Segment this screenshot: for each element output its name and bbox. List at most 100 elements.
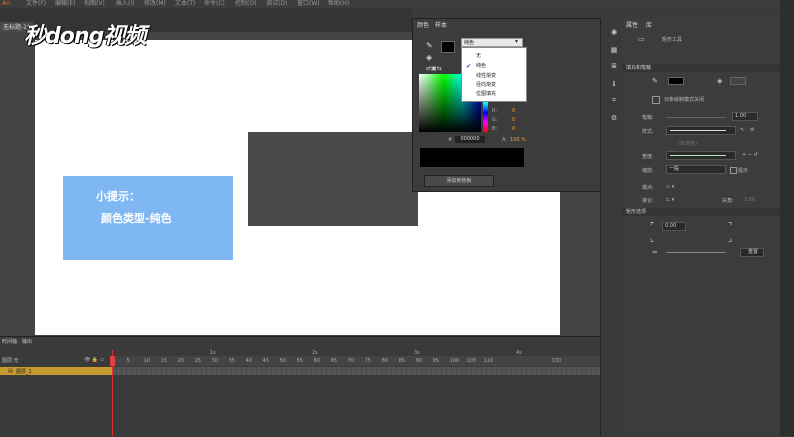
- stroke-swatch[interactable]: [668, 77, 684, 85]
- frame-ruler[interactable]: [112, 356, 600, 366]
- blue-value[interactable]: 0: [512, 126, 515, 132]
- menu-modify[interactable]: 修改(M): [144, 0, 166, 8]
- dd-option-none[interactable]: 无: [476, 52, 481, 59]
- chevron-down-icon[interactable]: ▾: [515, 38, 518, 45]
- menu-view[interactable]: 视图(V): [84, 0, 105, 8]
- dd-option-bitmap[interactable]: 位图填充: [476, 90, 496, 97]
- stroke-slider[interactable]: [666, 117, 726, 118]
- stroke-color-icon[interactable]: ✎: [426, 41, 438, 51]
- color-type-select[interactable]: 纯色: [461, 38, 523, 47]
- cap-select[interactable]: ⊂ ▾: [666, 184, 674, 190]
- menu-commands[interactable]: 命令(C): [204, 0, 225, 8]
- frame-row[interactable]: [112, 367, 600, 375]
- timeline-panel: [0, 336, 600, 437]
- second-label: 3s: [414, 350, 420, 356]
- second-label: 2s: [312, 350, 318, 356]
- color-wheel-icon[interactable]: ◉: [610, 28, 618, 36]
- menu-control[interactable]: 控制(O): [235, 0, 256, 8]
- join-label: 接合:: [642, 198, 654, 204]
- tick-label: 65: [330, 358, 337, 364]
- color-preview: [420, 148, 524, 167]
- tick-label: 25: [194, 358, 201, 364]
- playhead-handle[interactable]: [110, 356, 115, 366]
- alpha-value[interactable]: 100 %: [510, 137, 526, 143]
- app-logo: An: [2, 0, 10, 7]
- width-preview-line: [670, 155, 726, 156]
- section-rect-options[interactable]: 矩形选项: [622, 208, 780, 216]
- r-value[interactable]: 0: [512, 108, 515, 114]
- tab-swatches[interactable]: 样本: [435, 20, 447, 29]
- fill-color-icon[interactable]: ◈: [426, 53, 436, 63]
- tick-label: 20: [177, 358, 184, 364]
- style-options-icon[interactable]: ⚙: [750, 127, 754, 133]
- dd-option-radial[interactable]: 径向渐变: [476, 81, 496, 88]
- swatches-icon[interactable]: ▦: [610, 46, 618, 54]
- r-label: R:: [492, 108, 498, 114]
- alpha-label: A:: [502, 137, 508, 143]
- tick-label: 10: [143, 358, 150, 364]
- menu-insert[interactable]: 插入(I): [116, 0, 134, 8]
- style-preview-line: [670, 130, 726, 131]
- reset-button[interactable]: 重置: [740, 248, 764, 257]
- object-draw-label: 对象绘制模式关闭: [664, 97, 705, 103]
- style-label: 样式:: [642, 129, 654, 135]
- info-icon[interactable]: ℹ: [610, 80, 618, 88]
- miter-label: 尖角:: [722, 198, 734, 204]
- section-fill-stroke[interactable]: 填充和笔触: [622, 64, 780, 72]
- tab-properties[interactable]: 属性: [626, 20, 638, 29]
- transform-icon[interactable]: ⌗: [610, 96, 618, 104]
- edit-style-icon[interactable]: ✎: [740, 127, 744, 133]
- width-label: 宽度:: [642, 154, 654, 160]
- menu-debug[interactable]: 调试(D): [266, 0, 287, 8]
- dd-option-solid[interactable]: 纯色: [476, 62, 486, 69]
- timeline-tabs: 时间轴 输出: [0, 338, 600, 346]
- tools-panel: [780, 0, 794, 436]
- link-icon[interactable]: ∞: [652, 248, 658, 256]
- tick-label: 130: [551, 358, 562, 364]
- tick-label: 55: [296, 358, 303, 364]
- stroke-input[interactable]: 1.00: [732, 112, 758, 121]
- g-value[interactable]: 0: [512, 117, 515, 123]
- cap-label: 端点:: [642, 185, 654, 191]
- tab-output[interactable]: 输出: [22, 338, 32, 345]
- eye-icon[interactable]: 👁 🔒 ▭: [84, 357, 104, 363]
- scale-label: 缩放:: [642, 168, 654, 174]
- hex-input[interactable]: 000000: [455, 136, 485, 143]
- menu-help[interactable]: 帮助(H): [328, 0, 349, 8]
- add-to-swatches-button[interactable]: 添加到色板: [424, 175, 494, 187]
- miter-value[interactable]: 3.00: [744, 197, 755, 203]
- tick-label: 60: [313, 358, 320, 364]
- tab-timeline[interactable]: 时间轴: [2, 338, 17, 345]
- menu-file[interactable]: 文件(F): [26, 0, 46, 8]
- add-width-icon[interactable]: + − ↺: [742, 152, 758, 158]
- menu-window[interactable]: 窗口(W): [297, 0, 320, 8]
- corner-slider[interactable]: [666, 252, 726, 253]
- corner-radius-input[interactable]: 0.00: [662, 222, 686, 231]
- tip-box: 小提示： 颜色类型-纯色: [63, 176, 233, 260]
- stroke-color-swatch[interactable]: [441, 41, 455, 53]
- tick-label: 75: [364, 358, 371, 364]
- tick-label: 110: [483, 358, 494, 364]
- hint-checkbox[interactable]: [730, 167, 737, 174]
- object-draw-icon[interactable]: [652, 96, 660, 104]
- align-icon[interactable]: ≣: [610, 62, 618, 70]
- menu-edit[interactable]: 编辑(E): [55, 0, 75, 8]
- tab-library[interactable]: 库: [646, 20, 652, 29]
- second-label: 4s: [516, 350, 522, 356]
- swap-colors-icon[interactable]: ⇄▣⇆: [426, 65, 456, 73]
- menu-bar: 文件(F) 编辑(E) 视图(V) 插入(I) 修改(M) 文本(T) 命令(C…: [0, 0, 794, 8]
- layer-name[interactable]: 图层_1: [16, 368, 32, 375]
- drawn-rectangle[interactable]: [248, 132, 418, 226]
- fill-swatch[interactable]: [730, 77, 746, 85]
- scale-select[interactable]: 一般: [666, 165, 726, 174]
- code-icon[interactable]: ⚙: [610, 114, 618, 122]
- tick-label: 100: [449, 358, 460, 364]
- dd-option-linear[interactable]: 线性渐变: [476, 72, 496, 79]
- tick-label: 85: [398, 358, 405, 364]
- tab-color[interactable]: 颜色: [417, 20, 429, 29]
- watermark-logo: 秒dong视频: [24, 24, 146, 49]
- tick-label: 90: [415, 358, 422, 364]
- join-select[interactable]: ⊏ ▾: [666, 197, 674, 203]
- menu-text[interactable]: 文本(T): [175, 0, 195, 8]
- layer-row[interactable]: ▤ 图层_1: [0, 367, 112, 375]
